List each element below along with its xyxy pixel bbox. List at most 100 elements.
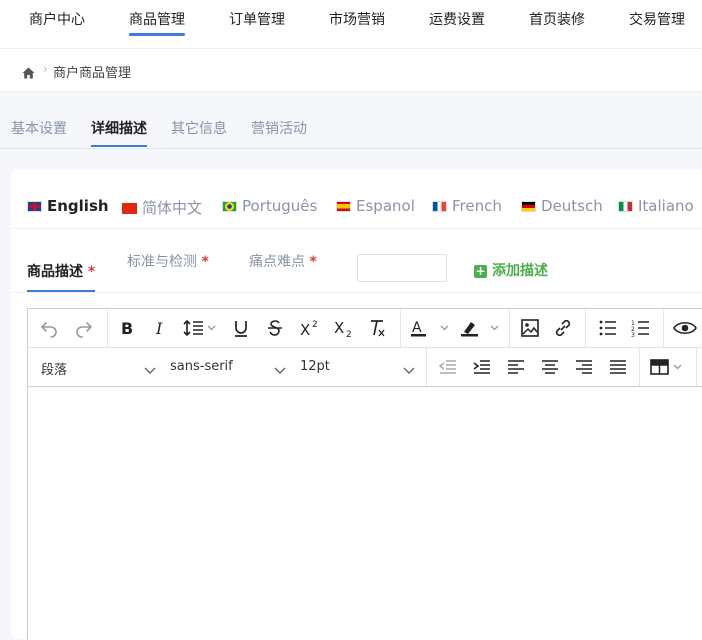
svg-text:X: X	[334, 319, 344, 337]
redo-icon[interactable]	[74, 318, 94, 342]
lang-label-german: Deutsch	[541, 197, 603, 215]
toolbar-divider	[107, 309, 108, 347]
breadcrumb-current: 商户商品管理	[53, 66, 132, 81]
lang-label-chinese: 简体中文	[142, 199, 203, 217]
toolbar-divider	[696, 348, 697, 386]
content-card: English 简体中文 Português Espanol French De…	[11, 169, 702, 640]
brazil-flag-icon	[222, 201, 237, 212]
lang-tab-spanish[interactable]: Espanol	[336, 197, 415, 215]
lang-tab-german[interactable]: Deutsch	[521, 197, 603, 215]
toolbar-divider	[663, 309, 664, 347]
desc-tab-standards-testing[interactable]: 标准与检测 *	[127, 251, 209, 271]
line-height-icon[interactable]	[183, 318, 219, 342]
new-description-input[interactable]	[357, 254, 447, 282]
bullet-list-icon[interactable]	[598, 318, 618, 342]
nav-trade-management[interactable]: 交易管理	[629, 9, 685, 29]
nav-shipping-settings[interactable]: 运费设置	[429, 9, 485, 29]
lang-tab-english[interactable]: English	[27, 197, 109, 215]
nav-product-management[interactable]: 商品管理	[129, 9, 185, 36]
france-flag-icon	[432, 201, 447, 212]
outdent-icon[interactable]	[438, 357, 458, 381]
chevron-down-icon	[274, 361, 286, 380]
description-tabs: 商品描述 * 标准与检测 * 痛点难点 * + 添加描述	[11, 229, 702, 293]
top-nav: 商户中心 商品管理 订单管理 市场营销 运费设置 首页装修 交易管理	[0, 0, 702, 49]
svg-text:2: 2	[312, 320, 318, 330]
italy-flag-icon	[618, 201, 633, 212]
numbered-list-icon[interactable]: 123	[631, 318, 651, 342]
nav-homepage-decoration[interactable]: 首页装修	[529, 9, 585, 29]
image-icon[interactable]	[520, 318, 540, 342]
toolbar-divider	[639, 348, 640, 386]
subscript-icon[interactable]: X2	[333, 318, 355, 342]
add-description-label: 添加描述	[492, 263, 548, 279]
svg-text:2: 2	[346, 330, 352, 338]
block-format-value: 段落	[41, 363, 68, 378]
underline-icon[interactable]	[231, 318, 251, 342]
editor-content-area[interactable]	[28, 387, 702, 640]
align-center-icon[interactable]	[540, 357, 560, 381]
italic-icon[interactable]: I	[150, 318, 170, 342]
desc-tab-product-description[interactable]: 商品描述 *	[27, 261, 96, 292]
toolbar-divider	[400, 309, 401, 347]
nav-merchant-center[interactable]: 商户中心	[29, 9, 85, 29]
toolbar-divider	[426, 348, 427, 386]
breadcrumb: › 商户商品管理	[0, 49, 702, 92]
lang-tab-italian[interactable]: Italiano	[618, 197, 694, 215]
svg-text:B: B	[121, 319, 133, 338]
editor-toolbar-row-1: B I X2 X2 A 1 2 3	[28, 309, 702, 348]
text-color-icon[interactable]: A	[410, 318, 452, 342]
align-justify-icon[interactable]	[608, 357, 628, 381]
spain-flag-icon	[336, 201, 351, 212]
uk-flag-icon	[27, 201, 42, 212]
strikethrough-icon[interactable]	[265, 318, 285, 342]
lang-tab-portuguese[interactable]: Português	[222, 197, 317, 215]
china-flag-icon	[122, 203, 137, 214]
undo-icon[interactable]	[39, 318, 59, 342]
link-icon[interactable]	[553, 318, 573, 342]
desc-tab-pain-points[interactable]: 痛点难点 *	[249, 251, 317, 271]
home-icon[interactable]	[22, 64, 35, 83]
align-right-icon[interactable]	[574, 357, 594, 381]
preview-icon[interactable]	[673, 318, 697, 342]
highlight-color-icon[interactable]	[460, 318, 502, 342]
svg-text:A: A	[412, 320, 422, 336]
lang-label-english: English	[47, 197, 109, 215]
required-mark: *	[201, 254, 209, 270]
bold-icon[interactable]: B	[117, 318, 137, 342]
chevron-down-icon	[144, 361, 156, 380]
desc-tab-label: 痛点难点	[249, 254, 305, 270]
language-tabs: English 简体中文 Português Espanol French De…	[11, 169, 702, 229]
nav-marketing[interactable]: 市场营销	[329, 9, 385, 29]
svg-text:X: X	[300, 321, 310, 338]
toolbar-divider	[585, 309, 586, 347]
svg-text:3: 3	[631, 332, 635, 338]
lang-tab-french[interactable]: French	[432, 197, 502, 215]
lang-label-french: French	[452, 197, 502, 215]
lang-label-spanish: Espanol	[356, 197, 415, 215]
tab-basic-settings[interactable]: 基本设置	[11, 118, 67, 138]
desc-tab-label: 标准与检测	[127, 254, 197, 270]
svg-text:I: I	[155, 319, 163, 338]
toolbar-divider	[509, 309, 510, 347]
chevron-down-icon	[403, 361, 415, 380]
superscript-icon[interactable]: X2	[299, 318, 321, 342]
lang-tab-chinese[interactable]: 简体中文	[122, 197, 202, 218]
germany-flag-icon	[521, 201, 536, 212]
nav-order-management[interactable]: 订单管理	[229, 9, 285, 29]
required-mark: *	[309, 254, 317, 270]
rich-text-editor: B I X2 X2 A 1 2 3 段落 sans-serif 12pt	[27, 308, 702, 640]
lang-label-portuguese: Português	[242, 197, 318, 215]
tab-marketing-activity[interactable]: 营销活动	[251, 118, 307, 138]
page-tabs: 基本设置 详细描述 其它信息 营销活动	[0, 92, 702, 149]
clear-formatting-icon[interactable]	[368, 318, 388, 342]
tab-detail-description[interactable]: 详细描述	[91, 118, 147, 147]
add-description-button[interactable]: + 添加描述	[474, 260, 548, 280]
indent-icon[interactable]	[472, 357, 492, 381]
required-mark: *	[87, 264, 96, 280]
table-icon[interactable]	[649, 357, 689, 381]
editor-toolbar-row-2: 段落 sans-serif 12pt	[28, 348, 702, 387]
align-left-icon[interactable]	[506, 357, 526, 381]
font-family-value: sans-serif	[170, 359, 233, 374]
plus-icon: +	[474, 264, 487, 278]
tab-other-info[interactable]: 其它信息	[171, 118, 227, 138]
